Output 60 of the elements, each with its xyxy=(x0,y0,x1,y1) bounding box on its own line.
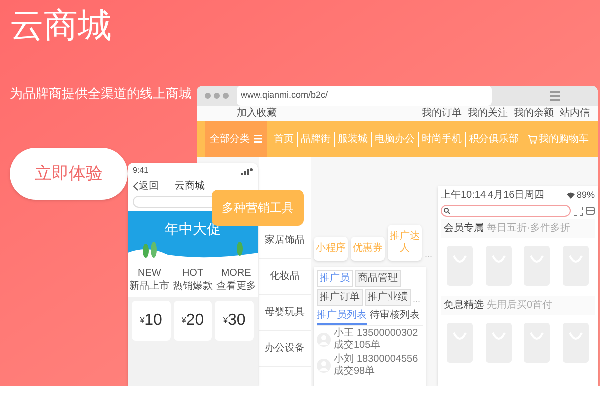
signal-icon xyxy=(241,168,253,174)
panel-tab[interactable]: 商品管理 xyxy=(355,270,401,287)
wifi-icon xyxy=(566,192,575,199)
subtab[interactable]: 待审核列表 xyxy=(370,308,420,325)
price-card[interactable]: ¥20 xyxy=(174,301,212,341)
price-card[interactable]: ¥10 xyxy=(132,301,171,341)
feature-tag: NEW xyxy=(138,267,162,280)
more-tools: ... xyxy=(425,248,433,260)
menu-icon xyxy=(254,135,262,143)
back-button[interactable]: 返回 xyxy=(133,179,159,194)
promoter-deals: 成交98单 xyxy=(334,366,376,378)
tablet-date: 4月16日周四 xyxy=(488,189,545,203)
category-item[interactable]: 办公设备 xyxy=(259,331,311,367)
section-subtitle: 先用后买0首付 xyxy=(487,298,553,313)
back-chevron-icon xyxy=(133,182,139,191)
currency-symbol: ¥ xyxy=(140,315,145,327)
url-field[interactable]: www.qianmi.com/b2c/ xyxy=(237,86,492,106)
feature-label[interactable]: 新品上市 xyxy=(130,280,170,293)
window-dots-icon xyxy=(205,93,229,99)
tablet-time: 上午10:14 xyxy=(441,188,486,203)
panel-tab[interactable]: 推广订单 xyxy=(317,289,363,306)
currency-symbol: ¥ xyxy=(224,315,228,327)
feature-tag: HOT xyxy=(182,267,204,280)
promoter-name: 小王 xyxy=(334,328,354,340)
more-tabs: ... xyxy=(413,292,421,306)
section-title: 免息精选 xyxy=(444,298,484,313)
section-title: 会员专属 xyxy=(444,222,484,236)
top-link[interactable]: 站内信 xyxy=(560,106,590,121)
price-amount: 10 xyxy=(144,311,162,331)
top-link[interactable]: 我的余额 xyxy=(514,106,554,121)
top-link[interactable]: 我的订单 xyxy=(422,106,462,121)
page-title: 云商城 xyxy=(10,6,112,47)
currency-symbol: ¥ xyxy=(182,315,186,327)
category-item[interactable]: 母婴玩具 xyxy=(259,295,311,331)
scan-icon[interactable] xyxy=(574,206,583,216)
message-icon[interactable] xyxy=(586,206,595,216)
top-link[interactable]: 我的关注 xyxy=(468,106,508,121)
callout-tooltip: 多种营销工具 xyxy=(212,190,304,226)
feature-tag: MORE xyxy=(221,267,252,280)
price-amount: 20 xyxy=(186,311,204,331)
category-item[interactable]: 化妆品 xyxy=(259,259,311,295)
promoter-name: 小刘 xyxy=(334,354,354,366)
menu-icon[interactable] xyxy=(550,91,560,101)
price-card[interactable]: ¥30 xyxy=(215,301,254,341)
promoter-phone: 18300004556 xyxy=(357,354,418,366)
subtitle: 为品牌商提供全渠道的线上商城 xyxy=(10,85,192,103)
price-amount: 30 xyxy=(228,311,246,331)
cart-icon xyxy=(528,134,537,144)
phone-title: 云商城 xyxy=(175,180,205,194)
feature-label[interactable]: 热销爆款 xyxy=(172,280,213,293)
section-subtitle: 每日五折·多件多折 xyxy=(487,222,570,236)
battery-level: 89% xyxy=(576,188,595,202)
feature-label[interactable]: 查看更多 xyxy=(216,280,256,293)
favorite-link[interactable]: 加入收藏 xyxy=(237,106,277,121)
promoter-deals: 成交105单 xyxy=(334,340,382,352)
search-field[interactable] xyxy=(441,205,571,217)
search-icon xyxy=(444,208,450,214)
promoter-phone: 13500000302 xyxy=(357,328,418,340)
status-time: 9:41 xyxy=(133,165,149,177)
panel-tab[interactable]: 推广业绩 xyxy=(365,289,411,306)
